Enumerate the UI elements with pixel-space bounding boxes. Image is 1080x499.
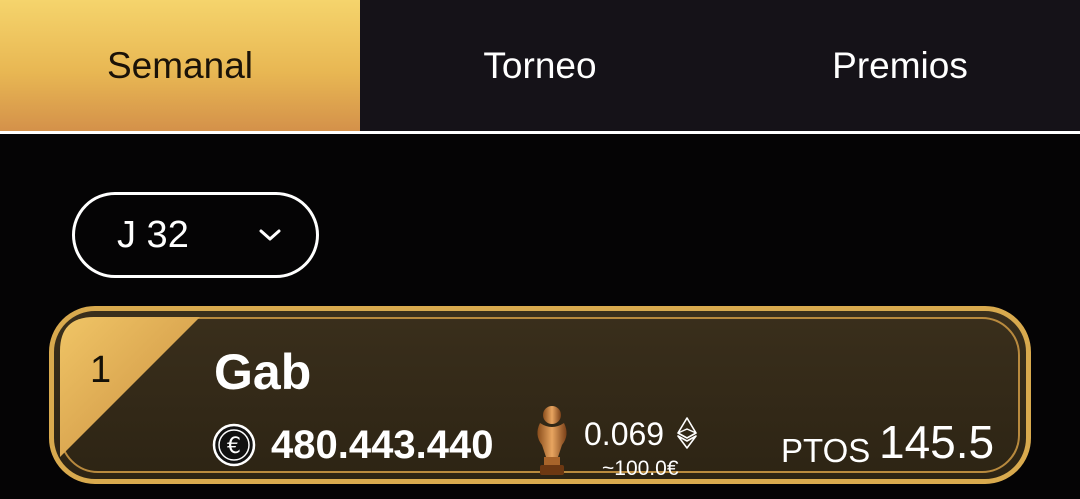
prize-eur-amount: ~100.0€ [602, 457, 679, 480]
chevron-down-icon [259, 229, 281, 241]
trophy-icon [537, 406, 567, 475]
rank-number: 1 [90, 349, 112, 391]
prize-eth-amount: 0.069 [584, 416, 665, 452]
round-dropdown-value: J 32 [117, 213, 189, 256]
points-value: 145.5 [879, 416, 995, 468]
coin-balance: 480.443.440 [271, 423, 494, 467]
player-name: Gab [214, 344, 312, 400]
tab-torneo[interactable]: Torneo [360, 0, 720, 131]
leaderboard-row[interactable]: 1 Gab € 480.443.440 0.069 ~100.0€ PTOS 1… [49, 306, 1031, 484]
points-label: PTOS [781, 432, 871, 469]
tab-bar: Semanal Torneo Premios [0, 0, 1080, 134]
round-dropdown[interactable]: J 32 [72, 192, 319, 278]
euro-coin-icon: € [212, 423, 256, 467]
svg-text:€: € [227, 434, 241, 459]
ethereum-icon [677, 417, 697, 449]
tab-semanal[interactable]: Semanal [0, 0, 360, 131]
rank-badge [60, 317, 200, 457]
tab-premios[interactable]: Premios [720, 0, 1080, 131]
